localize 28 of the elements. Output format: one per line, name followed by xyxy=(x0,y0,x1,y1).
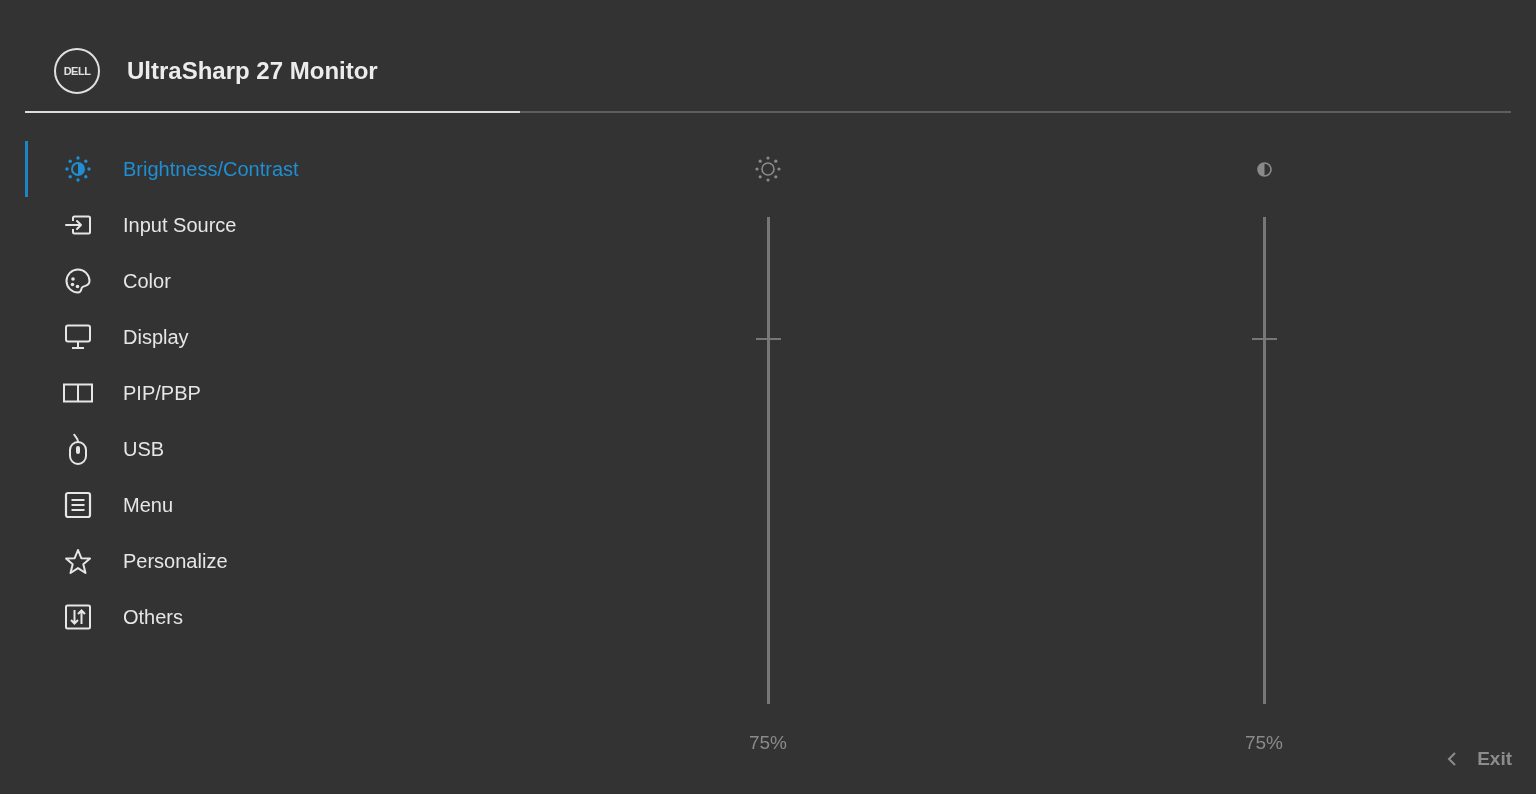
palette-icon xyxy=(64,267,92,295)
menu-item[interactable]: Personalize xyxy=(25,533,520,589)
menu-item[interactable]: USB xyxy=(25,421,520,477)
menu-item[interactable]: PIP/PBP xyxy=(25,365,520,421)
brand-logo: DELL xyxy=(54,48,100,94)
chevron-left-icon xyxy=(1447,751,1458,767)
window-title: UltraSharp 27 Monitor xyxy=(127,57,378,85)
menu-item[interactable]: Brightness/Contrast xyxy=(25,141,520,197)
menu-item[interactable]: Display xyxy=(25,309,520,365)
menu-item[interactable]: Menu xyxy=(25,477,520,533)
slider-value: 75% xyxy=(1245,732,1283,754)
slider-value: 75% xyxy=(749,732,787,754)
input-arrow-icon xyxy=(64,215,92,235)
split-screen-icon xyxy=(63,383,93,403)
exit-button[interactable]: Exit xyxy=(1447,748,1512,770)
adjust-arrows-icon xyxy=(64,604,92,630)
menu-item[interactable]: Color xyxy=(25,253,520,309)
star-icon xyxy=(64,547,92,575)
sun-icon xyxy=(754,155,782,183)
monitor-icon xyxy=(64,324,92,350)
contrast-icon xyxy=(1256,161,1272,177)
list-icon xyxy=(64,491,92,519)
menu-item[interactable]: Others xyxy=(25,589,520,645)
menu-item[interactable]: Input Source xyxy=(25,197,520,253)
slider-thumb[interactable] xyxy=(755,337,781,340)
mouse-icon xyxy=(68,433,88,465)
brightness-icon xyxy=(64,155,92,183)
slider-thumb[interactable] xyxy=(1251,337,1277,340)
